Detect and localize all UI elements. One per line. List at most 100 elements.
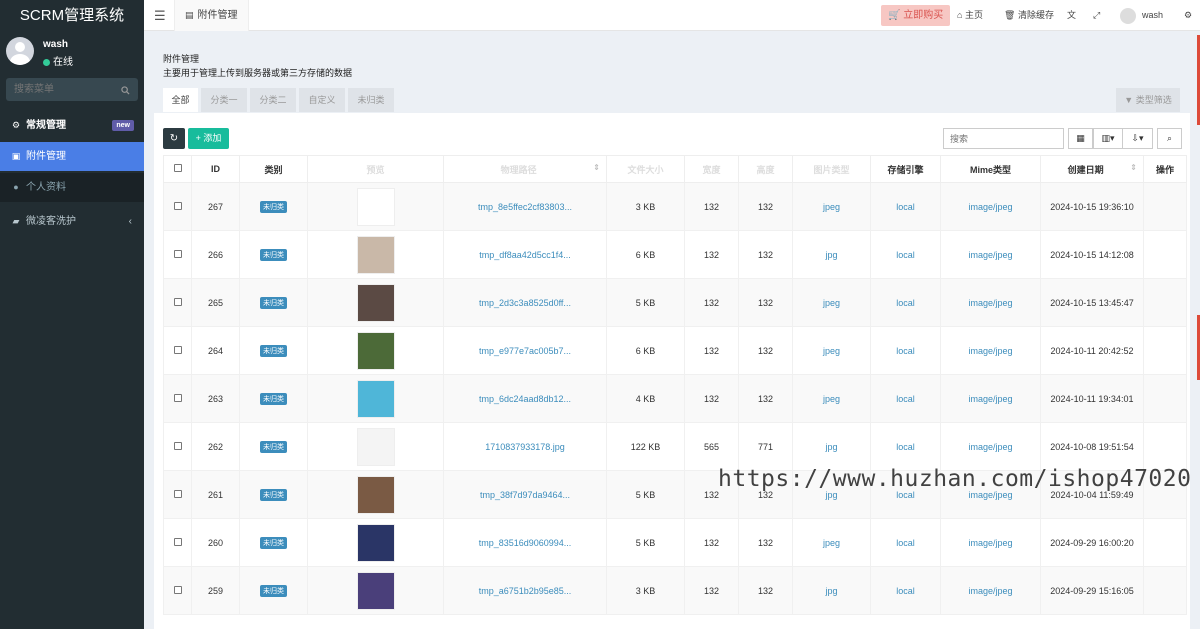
cell-mime[interactable]: image/jpeg: [940, 566, 1041, 615]
cell-image-type[interactable]: jpg: [792, 422, 871, 471]
cell-path[interactable]: tmp_df8aa42d5cc1f4...: [443, 230, 607, 279]
cell-storage[interactable]: local: [870, 278, 941, 327]
fullscreen-icon[interactable]: ⤢: [1093, 0, 1100, 31]
table-search-input[interactable]: [943, 128, 1064, 149]
gear-icon[interactable]: ⚙: [1184, 0, 1192, 31]
storage-link[interactable]: local: [896, 442, 915, 452]
cell-image-type[interactable]: jpeg: [792, 182, 871, 231]
sidebar-item-attachment[interactable]: ▣ 附件管理: [0, 142, 144, 171]
sidebar-search-input[interactable]: [6, 78, 116, 101]
app-title[interactable]: SCRM管理系统: [0, 0, 144, 31]
row-checkbox[interactable]: [163, 182, 192, 231]
col-date[interactable]: 创建日期 ⇕: [1040, 155, 1144, 183]
cell-preview[interactable]: [307, 182, 444, 231]
thumbnail-image[interactable]: [356, 379, 395, 418]
storage-link[interactable]: local: [896, 586, 915, 596]
select-all-checkbox[interactable]: [163, 155, 192, 183]
thumbnail-image[interactable]: [356, 187, 395, 226]
image-type-link[interactable]: jpeg: [823, 346, 840, 356]
home-link[interactable]: ⌂ 主页: [957, 0, 983, 31]
thumbnail-image[interactable]: [356, 235, 395, 274]
cell-preview[interactable]: [307, 422, 444, 471]
cell-mime[interactable]: image/jpeg: [940, 422, 1041, 471]
cell-path[interactable]: tmp_2d3c3a8525d0ff...: [443, 278, 607, 327]
tab-cat2[interactable]: 分类二: [250, 88, 296, 112]
storage-link[interactable]: local: [896, 202, 915, 212]
cell-mime[interactable]: image/jpeg: [940, 374, 1041, 423]
cell-path[interactable]: tmp_38f7d97da9464...: [443, 470, 607, 519]
export-button[interactable]: ⇩▾: [1122, 128, 1153, 149]
row-checkbox[interactable]: [163, 470, 192, 519]
col-id[interactable]: ID: [191, 155, 240, 183]
row-checkbox[interactable]: [163, 278, 192, 327]
mime-link[interactable]: image/jpeg: [968, 442, 1012, 452]
cell-mime[interactable]: image/jpeg: [940, 230, 1041, 279]
sidebar-item-general[interactable]: ⚙ 常规管理 new: [0, 111, 144, 140]
table-row[interactable]: 267 未归类 tmp_8e5ffec2cf83803... 3 KB 132 132 jp…: [163, 182, 1187, 231]
file-link[interactable]: tmp_a6751b2b95e85...: [479, 586, 572, 596]
table-row[interactable]: 263 未归类 tmp_6dc24aad8db12... 4 KB 132 132 jpeg…: [163, 374, 1187, 423]
sidebar-item-wash[interactable]: ▰ 微凌客洗护 ‹: [0, 207, 144, 236]
mime-link[interactable]: image/jpeg: [968, 298, 1012, 308]
cell-image-type[interactable]: jpg: [792, 566, 871, 615]
advanced-search-button[interactable]: ⌕: [1157, 128, 1182, 149]
cell-image-type[interactable]: jpeg: [792, 374, 871, 423]
cell-path[interactable]: 1710837933178.jpg: [443, 422, 607, 471]
storage-link[interactable]: local: [896, 346, 915, 356]
image-type-link[interactable]: jpeg: [823, 538, 840, 548]
tab-all[interactable]: 全部: [163, 88, 198, 112]
cell-image-type[interactable]: jpeg: [792, 326, 871, 375]
image-type-link[interactable]: jpg: [825, 442, 837, 452]
thumbnail-image[interactable]: [356, 523, 395, 562]
cell-path[interactable]: tmp_6dc24aad8db12...: [443, 374, 607, 423]
storage-link[interactable]: local: [896, 250, 915, 260]
image-type-link[interactable]: jpeg: [823, 298, 840, 308]
cell-path[interactable]: tmp_e977e7ac005b7...: [443, 326, 607, 375]
file-link[interactable]: tmp_e977e7ac005b7...: [479, 346, 571, 356]
columns-button[interactable]: ▥▾: [1093, 128, 1123, 149]
sort-icon[interactable]: ⇕: [1130, 163, 1137, 172]
file-link[interactable]: tmp_8e5ffec2cf83803...: [478, 202, 572, 212]
cell-image-type[interactable]: jpg: [792, 230, 871, 279]
toggle-view-button[interactable]: ▦: [1068, 128, 1093, 149]
tab-attachment[interactable]: ▤ 附件管理: [174, 0, 249, 31]
table-row[interactable]: 260 未归类 tmp_83516d9060994... 5 KB 132 132 jpeg…: [163, 518, 1187, 567]
cell-image-type[interactable]: jpeg: [792, 518, 871, 567]
row-checkbox[interactable]: [163, 518, 192, 567]
cell-preview[interactable]: [307, 470, 444, 519]
mime-link[interactable]: image/jpeg: [968, 346, 1012, 356]
row-checkbox[interactable]: [163, 374, 192, 423]
thumbnail-image[interactable]: [356, 475, 395, 514]
row-checkbox[interactable]: [163, 230, 192, 279]
table-row[interactable]: 259 未归类 tmp_a6751b2b95e85... 3 KB 132 132 jpg l…: [163, 566, 1187, 615]
cell-image-type[interactable]: jpeg: [792, 278, 871, 327]
cell-preview[interactable]: [307, 566, 444, 615]
cell-storage[interactable]: local: [870, 182, 941, 231]
cell-path[interactable]: tmp_83516d9060994...: [443, 518, 607, 567]
file-link[interactable]: tmp_df8aa42d5cc1f4...: [479, 250, 571, 260]
mime-link[interactable]: image/jpeg: [968, 202, 1012, 212]
file-link[interactable]: tmp_38f7d97da9464...: [480, 490, 570, 500]
menu-toggle-icon[interactable]: ☰: [154, 8, 166, 24]
col-path[interactable]: 物理路径 ⇕: [443, 155, 607, 183]
buy-button[interactable]: 🛒 立即购买: [881, 5, 951, 26]
thumbnail-image[interactable]: [356, 571, 395, 610]
cell-mime[interactable]: image/jpeg: [940, 518, 1041, 567]
table-row[interactable]: 266 未归类 tmp_df8aa42d5cc1f4... 6 KB 132 132 jpg…: [163, 230, 1187, 279]
cell-preview[interactable]: [307, 230, 444, 279]
thumbnail-image[interactable]: [356, 283, 395, 322]
sort-icon[interactable]: ⇕: [593, 163, 600, 172]
row-checkbox[interactable]: [163, 326, 192, 375]
sidebar-item-profile[interactable]: ● 个人资料: [0, 173, 144, 202]
tab-uncategorized[interactable]: 未归类: [348, 88, 394, 112]
cell-storage[interactable]: local: [870, 518, 941, 567]
file-link[interactable]: tmp_6dc24aad8db12...: [479, 394, 571, 404]
storage-link[interactable]: local: [896, 298, 915, 308]
row-checkbox[interactable]: [163, 566, 192, 615]
thumbnail-image[interactable]: [356, 427, 395, 466]
add-button[interactable]: + 添加: [188, 128, 229, 149]
cell-preview[interactable]: [307, 326, 444, 375]
cell-mime[interactable]: image/jpeg: [940, 278, 1041, 327]
file-link[interactable]: tmp_2d3c3a8525d0ff...: [479, 298, 571, 308]
type-filter-button[interactable]: ▼ 类型筛选: [1116, 88, 1180, 112]
